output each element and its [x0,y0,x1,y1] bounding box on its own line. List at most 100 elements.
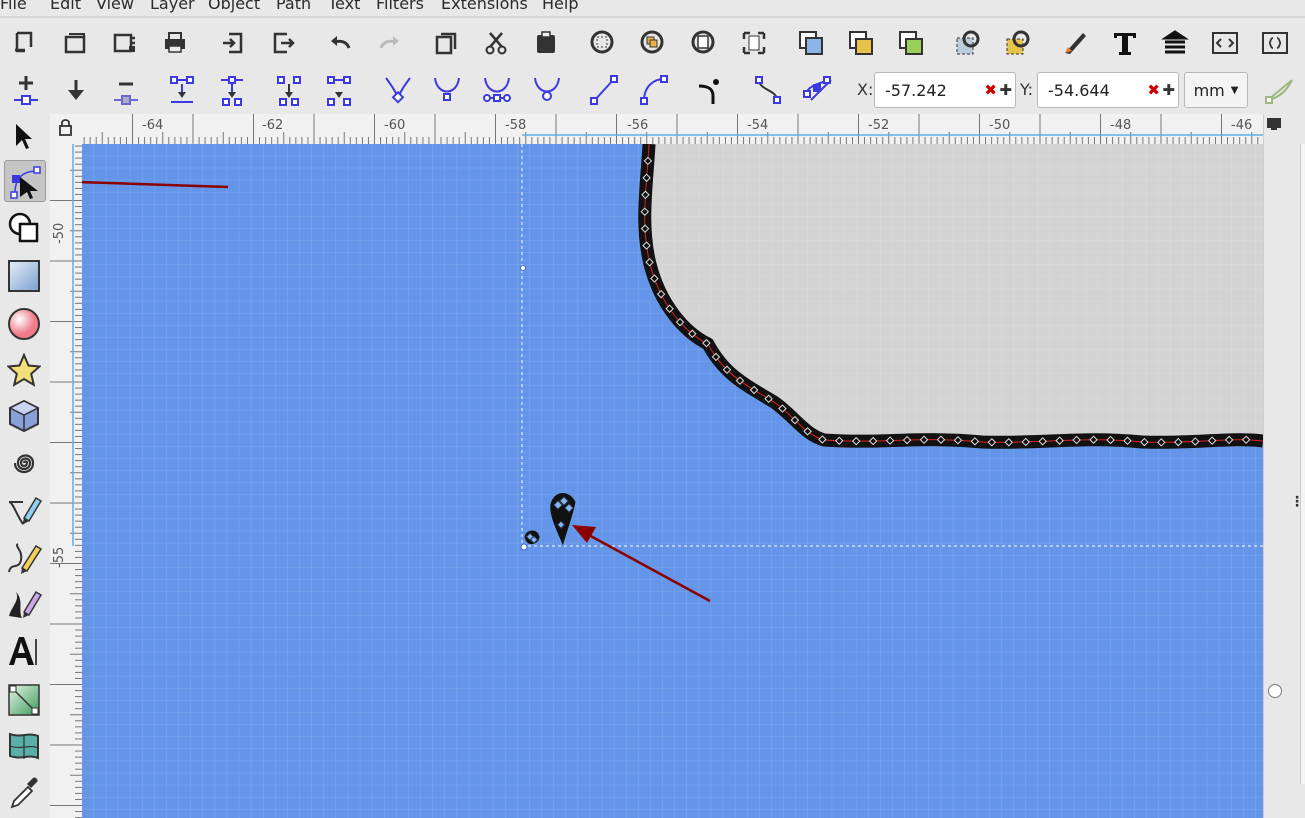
calligraphy-tool[interactable] [4,584,44,624]
fill-stroke-icon[interactable] [1057,25,1093,61]
new-document-icon[interactable] [6,25,42,61]
zoom-page-icon[interactable] [686,25,722,61]
ruler-label: -50 [52,222,67,244]
object-to-path-icon[interactable] [693,72,729,108]
segment-curve-icon[interactable] [636,72,672,108]
x-coordinate-field[interactable]: ✖ ✚ [874,72,1016,108]
vertical-ruler[interactable]: -50 -55 [50,144,83,818]
redo-icon[interactable] [372,25,408,61]
ruler-label: -48 [1110,118,1132,133]
find-icon[interactable] [1000,25,1036,61]
delete-node-icon[interactable] [58,72,94,108]
select-same-icon[interactable] [950,25,986,61]
menu-edit[interactable]: Edit [50,0,81,13]
horizontal-ruler[interactable]: -64 -62 -60 -58 -56 -54 -52 -50 -48 -46 [82,114,1263,145]
zoom-selection-icon[interactable] [585,25,621,61]
node-cusp-icon[interactable] [380,72,416,108]
copy-icon[interactable] [428,25,464,61]
unit-dropdown[interactable]: mm ▼ [1184,72,1248,108]
duplicate-icon[interactable] [793,25,829,61]
join-nodes-icon[interactable] [164,72,200,108]
menu-help[interactable]: Help [542,0,578,13]
insert-node-icon[interactable] [8,72,44,108]
ruler-label: -58 [505,118,527,133]
ruler-corner-lock[interactable] [50,114,83,145]
ruler-label: -50 [989,118,1011,133]
remove-node-icon[interactable] [108,72,144,108]
unlink-clone-icon[interactable] [893,25,929,61]
text-tool[interactable] [4,631,44,671]
ruler-label: -62 [262,118,284,133]
ruler-label: -54 [747,118,769,133]
display-mode-icon[interactable] [1266,116,1282,130]
break-path-icon[interactable] [214,72,250,108]
right-scroll-strip: ⋮ [1263,114,1305,818]
open-icon[interactable] [57,25,93,61]
menu-object[interactable]: Object [208,0,260,13]
menu-filters[interactable]: Filters [376,0,424,13]
scrollbar-handle[interactable] [1268,684,1282,698]
unit-value: mm [1193,80,1225,100]
print-icon[interactable] [157,25,193,61]
xml-editor-icon[interactable] [1207,25,1243,61]
y-coordinate-label: Y: [1020,80,1034,99]
text-font-icon[interactable] [1107,25,1143,61]
cut-icon[interactable] [478,25,514,61]
mesh-tool[interactable] [4,726,44,766]
drawing-canvas[interactable] [82,144,1263,818]
zoom-page-width-icon[interactable] [736,25,772,61]
tool-controls-bar: X: ✖ ✚ Y: ✖ ✚ mm ▼ [0,68,1305,115]
x-decrement-icon[interactable]: ✖ [984,81,997,99]
3d-box-tool[interactable] [4,396,44,436]
y-coordinate-field[interactable]: ✖ ✚ [1037,72,1179,108]
stroke-to-path-icon[interactable] [750,72,786,108]
dropper-tool[interactable] [4,772,44,812]
node-smooth-icon[interactable] [429,72,465,108]
menu-file[interactable]: File [0,0,27,13]
ruler-label: -56 [627,118,649,133]
show-handles-icon[interactable] [799,72,835,108]
clone-icon[interactable] [843,25,879,61]
export-icon[interactable] [266,25,302,61]
menu-view[interactable]: View [96,0,134,13]
delete-segment-icon[interactable] [321,72,357,108]
ellipse-tool[interactable] [4,304,44,344]
ruler-label: -55 [52,546,67,568]
zoom-drawing-icon[interactable] [635,25,671,61]
vertical-scrollbar[interactable] [1300,144,1305,784]
x-coordinate-label: X: [857,80,874,99]
menu-path[interactable]: Path [276,0,311,13]
node-tool[interactable] [4,160,46,202]
pen-tool[interactable] [4,492,44,532]
x-increment-icon[interactable]: ✚ [999,81,1012,99]
object-properties-icon[interactable] [1257,25,1293,61]
gradient-tool[interactable] [4,680,44,720]
menu-layer[interactable]: Layer [150,0,195,13]
node-symmetric-icon[interactable] [479,72,515,108]
rectangle-tool[interactable] [4,256,44,296]
menu-extensions[interactable]: Extensions [441,0,528,13]
y-coordinate-input[interactable] [1046,79,1150,101]
align-distribute-icon[interactable] [1157,25,1193,61]
undo-icon[interactable] [322,25,358,61]
pencil-tool[interactable] [4,538,44,578]
paste-icon[interactable] [528,25,564,61]
node-auto-smooth-icon[interactable] [529,72,565,108]
join-segment-icon[interactable] [271,72,307,108]
selector-tool[interactable] [4,116,44,156]
y-increment-icon[interactable]: ✚ [1162,81,1175,99]
ruler-label: -52 [868,118,890,133]
menu-bar: File Edit View Layer Object Path Text Fi… [0,0,1305,16]
x-coordinate-input[interactable] [883,79,987,101]
y-decrement-icon[interactable]: ✖ [1147,81,1160,99]
ruler-label: -60 [384,118,406,133]
star-tool[interactable] [4,350,44,390]
spiral-tool[interactable] [4,443,44,483]
open-recent-icon[interactable] [107,25,143,61]
shape-builder-tool[interactable] [4,208,44,248]
import-icon[interactable] [215,25,251,61]
transform-handles-icon[interactable] [1262,72,1298,108]
segment-line-icon[interactable] [586,72,622,108]
ruler-label: -64 [142,118,164,133]
menu-text[interactable]: Text [328,0,360,13]
